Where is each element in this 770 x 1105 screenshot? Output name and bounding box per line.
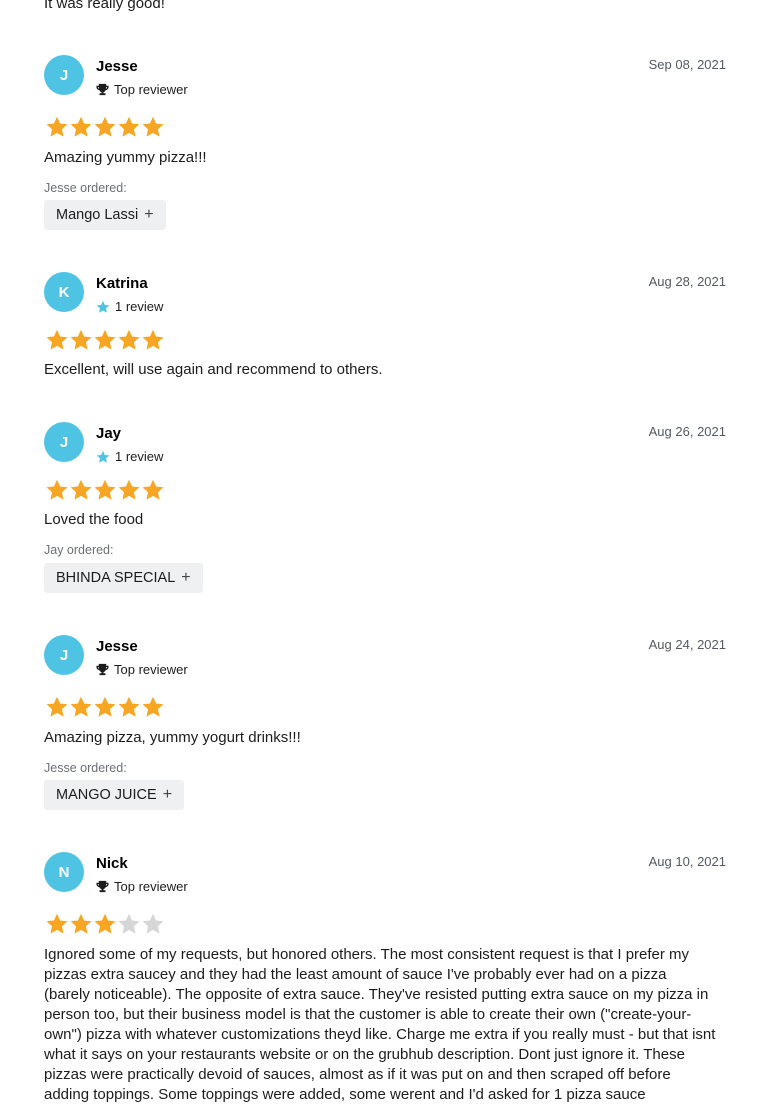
star-filled-icon [94, 479, 116, 500]
review-card: N Nick Top reviewer Aug 10, 2021 Ignored… [44, 852, 726, 1103]
star-rating [45, 478, 165, 502]
badge-label: Top reviewer [114, 82, 188, 97]
review-date: Aug 24, 2021 [648, 637, 726, 652]
avatar[interactable]: J [44, 635, 84, 675]
star-filled-icon [142, 329, 164, 350]
review-card: J Jesse Top reviewer Sep 08, 2021 Amazin… [44, 55, 726, 235]
star-rating [45, 328, 165, 352]
star-empty-icon [118, 913, 140, 934]
previous-review-text: It was really good! [44, 0, 165, 12]
ordered-item-button[interactable]: BHINDA SPECIAL + [44, 563, 203, 593]
avatar[interactable]: J [44, 55, 84, 95]
trophy-icon [96, 83, 109, 96]
star-filled-icon [46, 913, 68, 934]
reviewer-name[interactable]: Katrina [96, 275, 148, 292]
reviewer-badge: Top reviewer [96, 82, 188, 97]
trophy-icon [96, 880, 109, 893]
ordered-label: Jay ordered: [44, 543, 114, 557]
avatar[interactable]: K [44, 272, 84, 312]
star-filled-icon [118, 696, 140, 717]
star-filled-icon [118, 329, 140, 350]
badge-label: 1 review [115, 449, 164, 464]
star-filled-icon [46, 479, 68, 500]
star-filled-icon [94, 696, 116, 717]
star-filled-icon [46, 329, 68, 350]
star-filled-icon [94, 116, 116, 137]
star-filled-icon [70, 696, 92, 717]
star-filled-icon [70, 329, 92, 350]
reviewer-name[interactable]: Jay [96, 425, 121, 442]
reviewer-name[interactable]: Jesse [96, 638, 138, 655]
star-filled-icon [118, 479, 140, 500]
reviewer-name[interactable]: Nick [96, 855, 128, 872]
star-filled-icon [142, 696, 164, 717]
ordered-item-button[interactable]: Mango Lassi + [44, 200, 166, 230]
star-filled-icon [70, 116, 92, 137]
star-filled-icon [94, 913, 116, 934]
star-icon [96, 450, 110, 463]
star-filled-icon [118, 116, 140, 137]
review-text: Loved the food [44, 511, 144, 528]
ordered-item-label: MANGO JUICE [56, 787, 157, 803]
ordered-item-label: BHINDA SPECIAL [56, 570, 176, 586]
ordered-label: Jesse ordered: [44, 181, 127, 195]
plus-icon: + [144, 206, 154, 223]
review-text: Amazing yummy pizza!!! [44, 149, 207, 166]
review-text: Excellent, will use again and recommend … [44, 361, 383, 378]
review-date: Sep 08, 2021 [648, 57, 726, 72]
review-text: Amazing pizza, yummy yogurt drinks!!! [44, 729, 301, 746]
review-card: J Jesse Top reviewer Aug 24, 2021 Amazin… [44, 635, 726, 815]
star-filled-icon [70, 913, 92, 934]
trophy-icon [96, 663, 109, 676]
reviewer-badge: Top reviewer [96, 662, 188, 677]
star-rating [45, 695, 165, 719]
star-rating [45, 115, 165, 139]
star-filled-icon [46, 116, 68, 137]
star-empty-icon [142, 913, 164, 934]
review-date: Aug 26, 2021 [648, 424, 726, 439]
ordered-label: Jesse ordered: [44, 761, 127, 775]
star-icon [96, 300, 110, 313]
review-date: Aug 28, 2021 [648, 274, 726, 289]
star-filled-icon [142, 479, 164, 500]
reviewer-name[interactable]: Jesse [96, 58, 138, 75]
review-date: Aug 10, 2021 [648, 854, 726, 869]
avatar[interactable]: J [44, 422, 84, 462]
star-filled-icon [70, 479, 92, 500]
ordered-item-label: Mango Lassi [56, 207, 139, 223]
reviewer-badge: 1 review [96, 299, 163, 314]
avatar[interactable]: N [44, 852, 84, 892]
plus-icon: + [162, 786, 173, 803]
badge-label: Top reviewer [114, 879, 188, 894]
review-card: J Jay 1 review Aug 26, 2021 Loved the fo… [44, 422, 726, 602]
badge-label: Top reviewer [114, 662, 188, 677]
star-filled-icon [142, 116, 164, 137]
reviewer-badge: 1 review [96, 449, 163, 464]
review-card: K Katrina 1 review Aug 28, 2021 Excellen… [44, 272, 726, 382]
review-text: Ignored some of my requests, but honored… [44, 946, 716, 1103]
reviewer-badge: Top reviewer [96, 879, 188, 894]
plus-icon: + [181, 569, 191, 586]
badge-label: 1 review [115, 299, 164, 314]
star-rating [45, 912, 165, 936]
star-filled-icon [94, 329, 116, 350]
ordered-item-button[interactable]: MANGO JUICE + [44, 780, 185, 810]
star-filled-icon [46, 696, 68, 717]
